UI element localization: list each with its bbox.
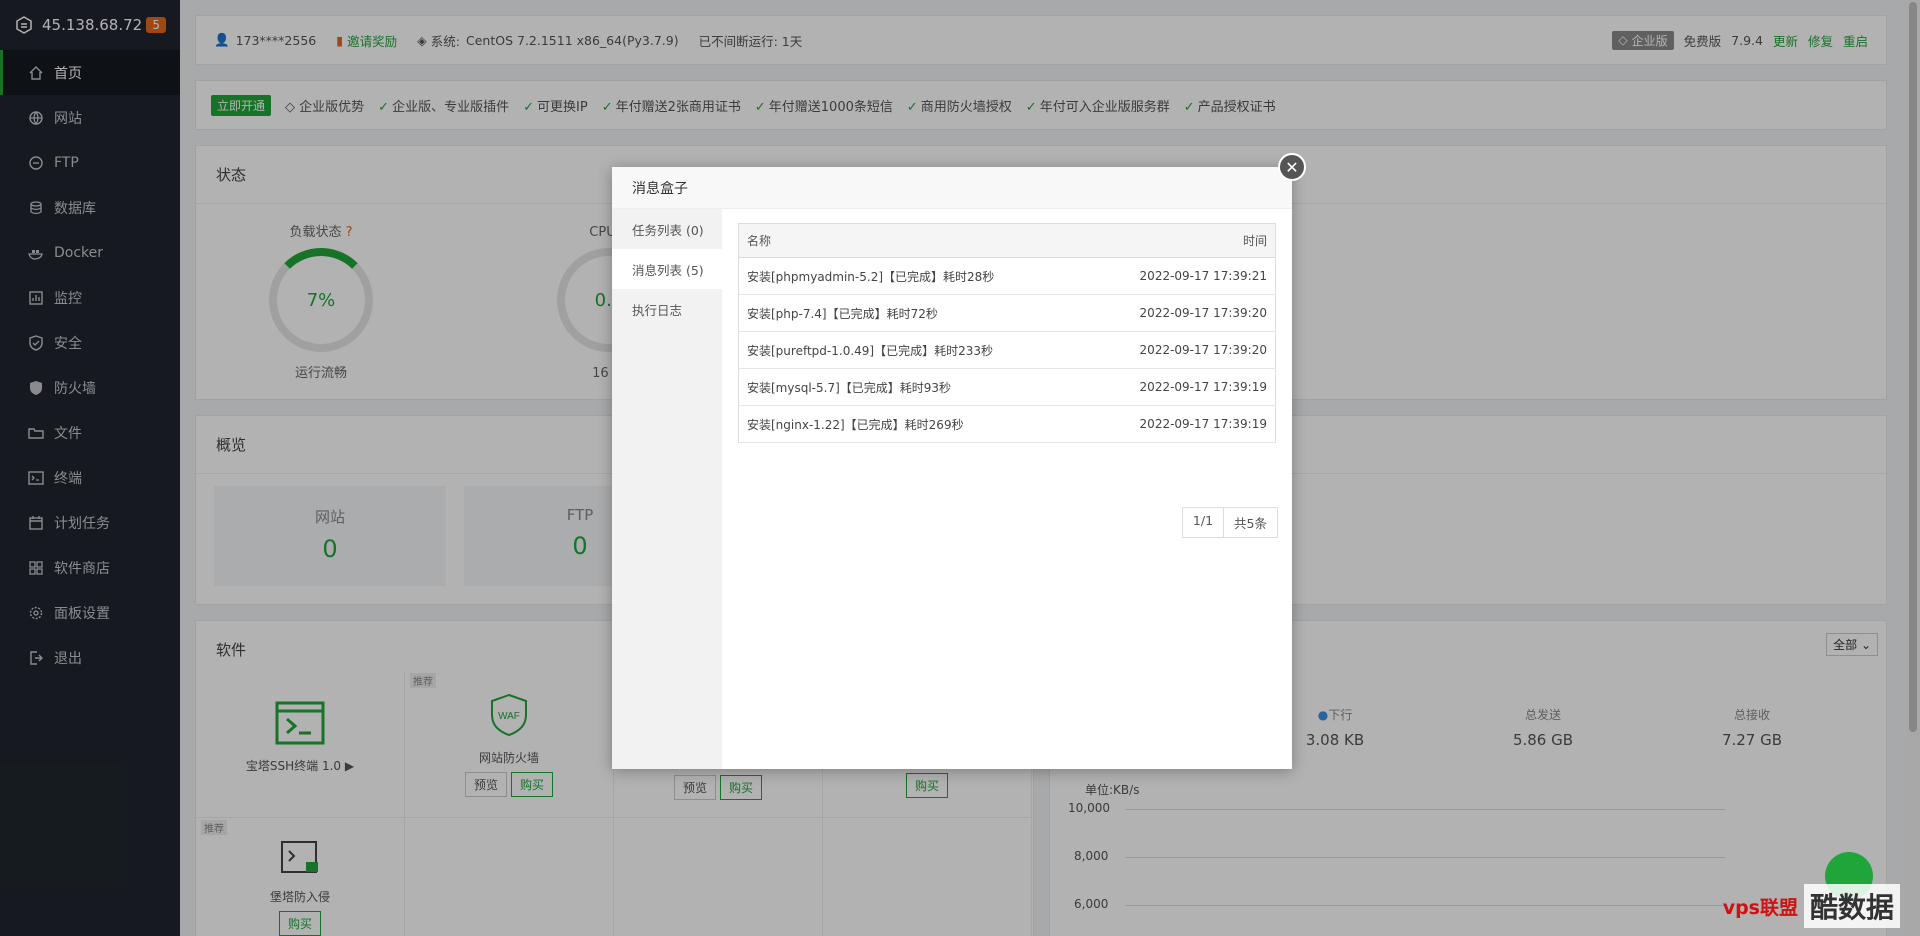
- watermark-right: 酷数据: [1803, 884, 1900, 928]
- message-time: 2022-09-17 17:39:21: [1085, 257, 1276, 295]
- message-time: 2022-09-17 17:39:20: [1085, 331, 1276, 369]
- message-time: 2022-09-17 17:39:20: [1085, 294, 1276, 332]
- message-name: 安装[nginx-1.22]【已完成】耗时269秒: [738, 405, 1086, 443]
- page-indicator[interactable]: 1/1: [1181, 507, 1225, 538]
- message-time: 2022-09-17 17:39:19: [1085, 405, 1276, 443]
- pagination: 1/1 共5条: [1181, 507, 1278, 538]
- dialog-title: 消息盒子: [612, 167, 1292, 209]
- tab-task-list[interactable]: 任务列表 (0): [612, 209, 722, 249]
- close-icon[interactable]: ✕: [1278, 153, 1306, 181]
- message-name: 安装[phpmyadmin-5.2]【已完成】耗时28秒: [738, 257, 1086, 295]
- total-count: 共5条: [1224, 507, 1278, 538]
- message-name: 安装[mysql-5.7]【已完成】耗时93秒: [738, 368, 1086, 406]
- table-row[interactable]: 安装[nginx-1.22]【已完成】耗时269秒 2022-09-17 17:3…: [738, 405, 1276, 443]
- message-box-dialog: 消息盒子 ✕ 任务列表 (0) 消息列表 (5) 执行日志 名称 时间 安装[p…: [612, 153, 1306, 769]
- table-row[interactable]: 安装[phpmyadmin-5.2]【已完成】耗时28秒 2022-09-17 1…: [738, 257, 1276, 295]
- column-header-time: 时间: [1085, 223, 1276, 258]
- dialog-tabs: 任务列表 (0) 消息列表 (5) 执行日志: [612, 209, 722, 769]
- dialog-body: 名称 时间 安装[phpmyadmin-5.2]【已完成】耗时28秒 2022-0…: [722, 209, 1292, 769]
- watermark-left: vps联盟: [1722, 896, 1798, 919]
- message-table: 名称 时间 安装[phpmyadmin-5.2]【已完成】耗时28秒 2022-0…: [738, 223, 1276, 443]
- message-time: 2022-09-17 17:39:19: [1085, 368, 1276, 406]
- message-name: 安装[pureftpd-1.0.49]【已完成】耗时233秒: [738, 331, 1086, 369]
- tab-message-list[interactable]: 消息列表 (5): [612, 249, 722, 289]
- watermark: vps联盟 酷数据: [1723, 884, 1900, 928]
- message-name: 安装[php-7.4]【已完成】耗时72秒: [738, 294, 1086, 332]
- tab-exec-log[interactable]: 执行日志: [612, 289, 722, 329]
- table-row[interactable]: 安装[mysql-5.7]【已完成】耗时93秒 2022-09-17 17:39:…: [738, 368, 1276, 406]
- table-header-row: 名称 时间: [738, 223, 1276, 258]
- column-header-name: 名称: [738, 223, 1086, 258]
- table-row[interactable]: 安装[pureftpd-1.0.49]【已完成】耗时233秒 2022-09-17…: [738, 331, 1276, 369]
- table-row[interactable]: 安装[php-7.4]【已完成】耗时72秒 2022-09-17 17:39:20: [738, 294, 1276, 332]
